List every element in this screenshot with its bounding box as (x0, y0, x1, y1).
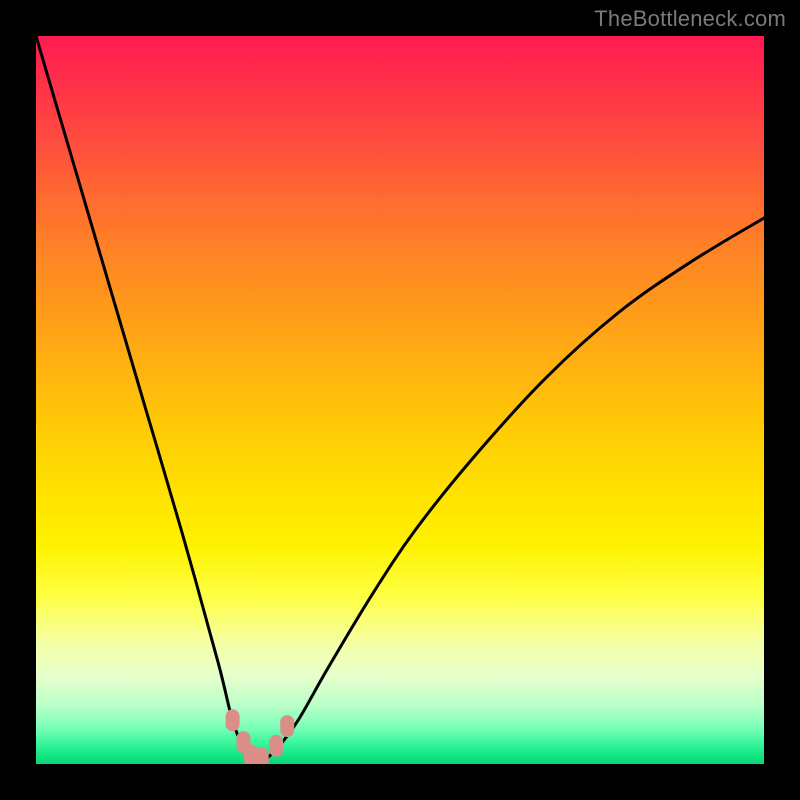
bottleneck-curve (36, 36, 764, 764)
curve-marker (280, 715, 294, 737)
curve-marker (269, 735, 283, 757)
plot-area (36, 36, 764, 764)
chart-frame: TheBottleneck.com (0, 0, 800, 800)
watermark-text: TheBottleneck.com (594, 6, 786, 32)
curve-marker (226, 709, 240, 731)
curve-marker (255, 747, 269, 764)
